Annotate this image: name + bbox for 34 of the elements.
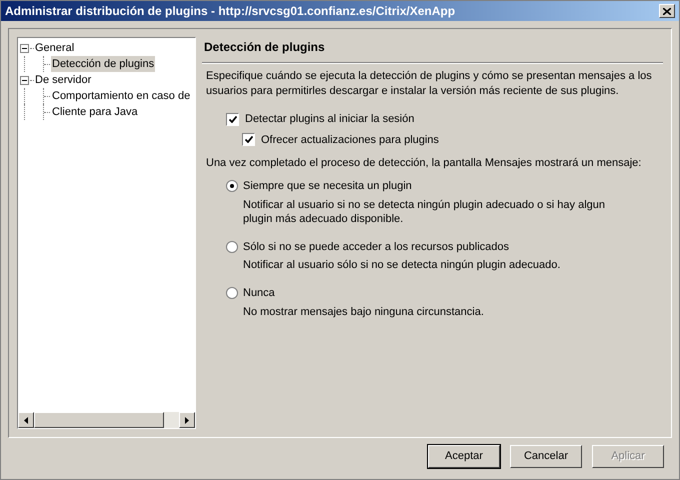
radio-button[interactable] bbox=[226, 240, 238, 253]
collapse-icon[interactable] bbox=[20, 76, 29, 84]
tree-item[interactable]: General bbox=[34, 40, 76, 56]
radio-button[interactable] bbox=[226, 287, 238, 300]
close-button[interactable] bbox=[659, 4, 675, 18]
scroll-thumb[interactable] bbox=[34, 412, 164, 428]
checkbox-label[interactable]: Ofrecer actualizaciones para plugins bbox=[261, 132, 439, 148]
radio-label[interactable]: Nunca bbox=[243, 285, 275, 302]
dialog-button[interactable]: Aceptar bbox=[428, 445, 500, 468]
option-description: No mostrar mensajes bajo ninguna circunstancia. bbox=[242, 304, 485, 318]
tree-item[interactable]: Comportamiento en caso de bbox=[51, 88, 192, 104]
intro-text: Una vez completado el proceso de detección, la pantalla Mensajes mostrará un mensaje: bbox=[206, 156, 642, 170]
radio-label[interactable]: Siempre que se necesita un plugin bbox=[243, 178, 412, 194]
close-icon bbox=[663, 8, 671, 14]
scroll-right-button[interactable] bbox=[179, 412, 195, 428]
checkbox[interactable] bbox=[242, 133, 255, 146]
radio-button[interactable] bbox=[226, 180, 238, 192]
tree-item[interactable]: De servidor bbox=[34, 72, 92, 88]
tree-item[interactable]: Detección de plugins bbox=[51, 56, 156, 72]
option-description: Notificar al usuario si no se detecta ningún plugin adecuado o si hay algun plugin más adecuado disponible. bbox=[242, 198, 606, 226]
right-arrow-icon bbox=[185, 416, 189, 424]
scroll-left-button[interactable] bbox=[18, 412, 34, 428]
section-heading: Detección de plugins bbox=[202, 37, 663, 63]
tree-item[interactable]: Cliente para Java bbox=[51, 104, 139, 120]
option-description: Notificar al usuario sólo si no se detecta ningún plugin adecuado. bbox=[242, 258, 562, 272]
left-arrow-icon bbox=[24, 416, 28, 424]
window-title: Administrar distribución de plugins - http://srvcsg01.confianz.es/Citrix/XenApp bbox=[5, 3, 456, 20]
checkbox[interactable] bbox=[226, 112, 239, 126]
horizontal-scrollbar[interactable] bbox=[18, 412, 195, 428]
checkbox-label[interactable]: Detectar plugins al iniciar la sesión bbox=[245, 111, 414, 128]
collapse-icon[interactable] bbox=[20, 44, 29, 52]
dialog-button[interactable]: Cancelar bbox=[510, 445, 582, 468]
radio-label[interactable]: Sólo si no se puede acceder a los recursos publicados bbox=[243, 238, 509, 255]
description-text: Especifique cuándo se ejecuta la detección de plugins y cómo se presentan mensajes a los usuarios para permitirles descargar e instalar la versión más reciente de sus plugins. bbox=[206, 69, 653, 99]
